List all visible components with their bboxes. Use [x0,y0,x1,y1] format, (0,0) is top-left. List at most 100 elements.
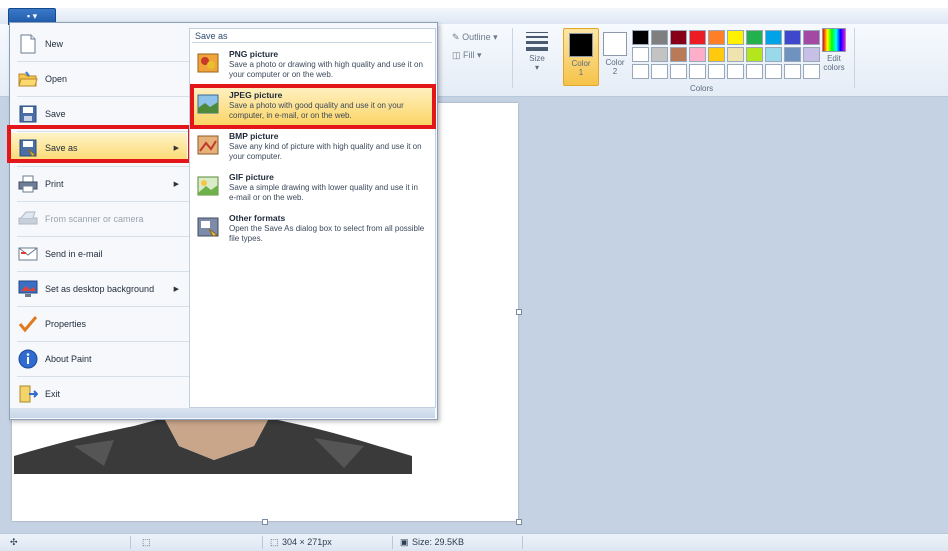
palette-swatch[interactable] [708,64,725,79]
save-as-gif-option[interactable]: GIF picture Save a simple drawing with l… [192,170,432,208]
option-title: BMP picture [229,131,279,141]
save-as-png-option[interactable]: PNG picture Save a photo or drawing with… [192,47,432,85]
palette-swatch[interactable] [765,64,782,79]
jpeg-highlight-box [190,84,436,129]
palette-swatch[interactable] [632,30,649,45]
bmp-picture-icon [197,135,219,155]
menu-item-open[interactable]: Open [11,64,187,94]
info-icon [17,348,39,370]
palette-swatch[interactable] [708,30,725,45]
palette-swatch[interactable] [670,64,687,79]
palette-swatch[interactable] [746,47,763,62]
palette-swatch[interactable] [765,47,782,62]
menu-separator [17,236,189,237]
menu-separator [17,341,189,342]
save-as-bmp-option[interactable]: BMP picture Save any kind of picture wit… [192,129,432,167]
edit-colors-button[interactable]: Edit colors [816,28,852,84]
option-description: Save any kind of picture with high quali… [229,142,422,161]
gif-picture-icon [197,176,219,196]
palette-swatch[interactable] [784,30,801,45]
exit-icon [17,383,39,405]
edit-colors-label: Edit [827,54,841,63]
status-bar: ✣ ⬚ ⬚ 304 × 271px ▣ Size: 29.5KB [0,533,948,551]
outline-dropdown-icon: ▾ [493,32,498,42]
open-folder-icon [17,68,39,90]
menu-separator [17,166,189,167]
color2-label: Color [605,58,625,67]
palette-swatch[interactable] [670,30,687,45]
scanner-icon [17,208,39,230]
menu-separator [17,376,189,377]
color1-button[interactable]: Color 1 [563,28,599,86]
color-palette [632,30,820,80]
size-label: Size [529,54,545,63]
palette-swatch[interactable] [727,64,744,79]
option-description: Open the Save As dialog box to select fr… [229,224,425,243]
palette-swatch[interactable] [689,64,706,79]
option-title: GIF picture [229,172,274,182]
photo-image [14,416,412,474]
palette-swatch[interactable] [651,47,668,62]
save-as-other-formats-option[interactable]: Other formats Open the Save As dialog bo… [192,211,432,249]
palette-swatch[interactable] [784,47,801,62]
menu-separator [17,61,189,62]
option-title: PNG picture [229,49,279,59]
fill-button[interactable]: ◫ Fill ▾ [452,50,482,61]
printer-icon [17,173,39,195]
resize-handle[interactable] [516,309,522,315]
submenu-arrow-icon: ▶ [173,181,179,188]
menu-separator [17,96,189,97]
size-button[interactable]: Size ▾ [520,28,554,84]
menu-item-properties[interactable]: Properties [11,309,187,339]
status-separator [130,536,131,549]
color2-button[interactable]: Color 2 [600,28,630,84]
palette-swatch[interactable] [727,47,744,62]
menu-item-exit[interactable]: Exit [11,379,187,409]
palette-swatch[interactable] [765,30,782,45]
image-dimensions: 304 × 271px [282,537,332,547]
menu-item-label: New [45,39,64,49]
menu-item-label: Open [45,74,68,84]
palette-swatch[interactable] [670,47,687,62]
color-wheel-icon [822,28,846,52]
email-icon [17,243,39,265]
menu-item-print[interactable]: Print ▶ [11,169,187,199]
fill-icon: ◫ [452,50,461,60]
fill-dropdown-icon: ▾ [477,50,482,60]
outline-icon: ✎ [452,32,460,42]
menu-item-label: Send in e-mail [45,249,103,259]
palette-swatch[interactable] [784,64,801,79]
color2-swatch [603,32,627,56]
palette-swatch[interactable] [727,30,744,45]
palette-swatch[interactable] [689,30,706,45]
palette-swatch[interactable] [651,64,668,79]
line-size-icon [520,28,554,51]
menu-item-label: Print [45,179,64,189]
menu-item-new[interactable]: New [11,29,187,59]
resize-handle[interactable] [262,519,268,525]
menu-item-about-paint[interactable]: About Paint [11,344,187,374]
palette-swatch[interactable] [746,30,763,45]
fill-label: Fill [463,50,475,60]
ribbon-separator [854,28,855,88]
new-document-icon [17,33,39,55]
menu-item-send-email[interactable]: Send in e-mail [11,239,187,269]
png-picture-icon [197,53,219,73]
resize-handle[interactable] [516,519,522,525]
menu-item-set-desktop-background[interactable]: Set as desktop background ▶ [11,274,187,304]
palette-swatch[interactable] [632,64,649,79]
desktop-background-icon [17,278,39,300]
palette-swatch[interactable] [651,30,668,45]
ribbon-separator [512,28,513,88]
selection-size-icon: ⬚ [142,537,151,547]
status-separator [522,536,523,549]
menu-separator [17,201,189,202]
palette-swatch[interactable] [689,47,706,62]
palette-swatch[interactable] [746,64,763,79]
palette-swatch[interactable] [632,47,649,62]
submenu-arrow-icon: ▶ [173,286,179,293]
outline-button[interactable]: ✎ Outline ▾ [452,32,498,43]
submenu-title-divider [192,42,432,43]
palette-swatch[interactable] [708,47,725,62]
menu-item-from-scanner[interactable]: From scanner or camera [11,204,187,234]
